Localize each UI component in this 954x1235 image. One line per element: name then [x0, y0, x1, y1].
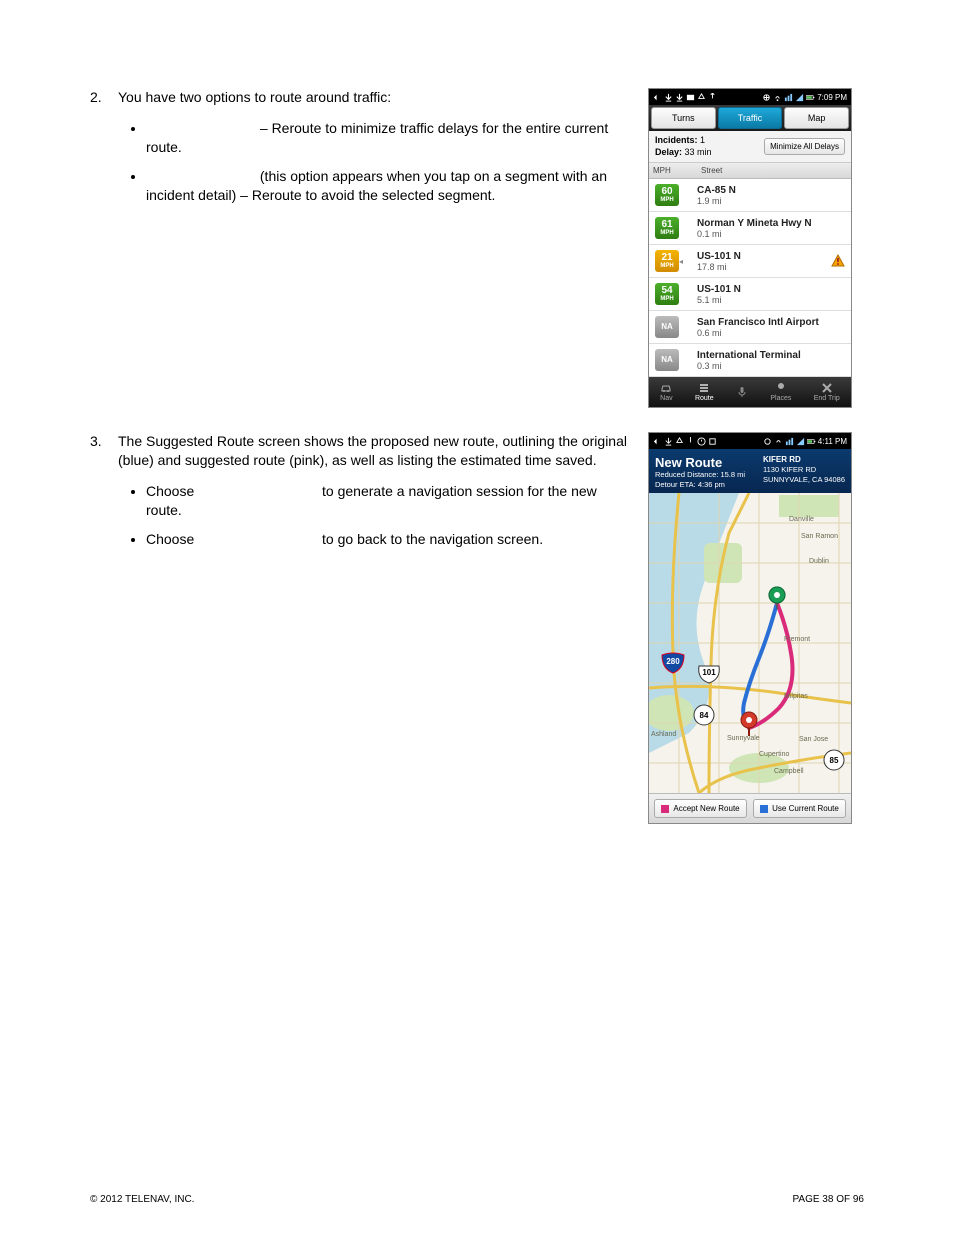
- minimize-all-delays-button[interactable]: Minimize All Delays: [764, 138, 845, 155]
- dest-name: KIFER RD: [763, 455, 845, 465]
- tab-traffic[interactable]: Traffic: [718, 107, 783, 129]
- segment-name: Norman Y Mineta Hwy N: [697, 218, 845, 229]
- step-2-number: 2.: [90, 88, 118, 107]
- traffic-tab-bar: Turns Traffic Map: [649, 105, 851, 131]
- svg-text:Ashland: Ashland: [651, 731, 676, 738]
- end-pin-icon: [741, 712, 757, 736]
- segment-distance: 17.8 mi: [697, 262, 831, 272]
- traffic-segment[interactable]: NA San Francisco Intl Airport0.6 mi: [649, 311, 851, 344]
- segment-distance: 1.9 mi: [697, 196, 845, 206]
- traffic-segment[interactable]: 21MPH◂US-101 N17.8 mi: [649, 245, 851, 278]
- speed-badge: 60MPH: [655, 184, 679, 206]
- step-3-number: 3.: [90, 432, 118, 451]
- svg-text:Dublin: Dublin: [809, 558, 829, 565]
- start-pin-icon: [769, 587, 785, 609]
- car-icon: [660, 382, 672, 394]
- svg-text:Campbell: Campbell: [774, 768, 804, 775]
- traffic-summary: Incidents: 1 Delay: 33 min Minimize All …: [649, 131, 851, 163]
- use-current-route-button[interactable]: Use Current Route: [753, 799, 846, 818]
- delay-value: 33 min: [685, 147, 712, 157]
- bottom-nav[interactable]: Nav: [660, 382, 672, 402]
- step-3-bullet-2: Choose to go back to the navigation scre…: [146, 530, 630, 549]
- list-icon: [698, 382, 710, 394]
- traffic-segment[interactable]: 61MPH Norman Y Mineta Hwy N0.1 mi: [649, 212, 851, 245]
- traffic-segment[interactable]: 60MPH CA-85 N1.9 mi: [649, 179, 851, 212]
- bottom-end-trip[interactable]: End Trip: [814, 382, 840, 402]
- svg-text:Fremont: Fremont: [784, 636, 810, 643]
- footer-copyright: © 2012 TELENAV, INC.: [90, 1194, 194, 1205]
- pin-icon: [775, 382, 787, 394]
- incidents-label: Incidents:: [655, 135, 698, 145]
- segment-distance: 0.1 mi: [697, 229, 845, 239]
- new-route-title: New Route: [655, 455, 745, 470]
- svg-text:Danville: Danville: [789, 516, 814, 523]
- bottom-route[interactable]: Route: [695, 382, 714, 402]
- mic-icon: [736, 386, 748, 398]
- dest-addr2: SUNNYVALE, CA 94086: [763, 475, 845, 484]
- segment-column-header: MPH Street: [649, 163, 851, 179]
- segment-name: CA-85 N: [697, 185, 845, 196]
- status-bar-2: 4:11 PM: [649, 433, 851, 449]
- segment-name: US-101 N: [697, 284, 845, 295]
- page-footer: © 2012 TELENAV, INC. PAGE 38 OF 96: [90, 1194, 864, 1205]
- bottom-nav-bar: Nav Route Places End Trip: [649, 377, 851, 407]
- step-3-section: 3. The Suggested Route screen shows the …: [90, 432, 864, 824]
- step-2-lead: You have two options to route around tra…: [118, 89, 391, 105]
- svg-text:85: 85: [830, 756, 839, 765]
- segment-name: International Terminal: [697, 350, 845, 361]
- route-choice-buttons: Accept New Route Use Current Route: [649, 793, 851, 823]
- new-route-header: New Route Reduced Distance: 15.8 mi Deto…: [649, 449, 851, 493]
- warning-icon: [831, 254, 845, 268]
- col-street: Street: [697, 163, 851, 178]
- delay-label: Delay:: [655, 147, 682, 157]
- status-time: 7:09 PM: [817, 93, 847, 102]
- svg-text:Cupertino: Cupertino: [759, 751, 789, 758]
- svg-text:101: 101: [702, 668, 716, 677]
- footer-page: PAGE 38 OF 96: [792, 1194, 864, 1205]
- incidents-value: 1: [700, 135, 705, 145]
- svg-text:280: 280: [666, 657, 680, 666]
- svg-text:San Ramon: San Ramon: [801, 533, 838, 540]
- step-2-section: 2. You have two options to route around …: [90, 88, 864, 408]
- segment-distance: 5.1 mi: [697, 295, 845, 305]
- dest-addr1: 1130 KIFER RD: [763, 465, 845, 474]
- svg-text:84: 84: [700, 711, 709, 720]
- svg-text:Sunnyvale: Sunnyvale: [727, 735, 760, 742]
- status-left-icons: [653, 93, 717, 102]
- svg-text:San Jose: San Jose: [799, 736, 828, 743]
- speed-badge: 54MPH: [655, 283, 679, 305]
- traffic-segment[interactable]: NA International Terminal0.3 mi: [649, 344, 851, 377]
- status-bar: 7:09 PM: [649, 89, 851, 105]
- blue-square-icon: [760, 805, 768, 813]
- status-right-icons: 7:09 PM: [762, 93, 847, 102]
- bottom-places[interactable]: Places: [770, 382, 791, 402]
- phone-screenshot-traffic: 7:09 PM Turns Traffic Map Incidents: 1 D…: [648, 88, 852, 408]
- traffic-segment[interactable]: 54MPH US-101 N5.1 mi: [649, 278, 851, 311]
- accept-new-route-button[interactable]: Accept New Route: [654, 799, 747, 818]
- bottom-mic[interactable]: [736, 386, 748, 398]
- speed-badge: NA: [655, 349, 679, 371]
- status-time-2: 4:11 PM: [818, 437, 847, 446]
- tab-turns[interactable]: Turns: [651, 107, 716, 129]
- close-icon: [821, 382, 833, 394]
- speed-badge: 21MPH: [655, 250, 679, 272]
- segment-distance: 0.6 mi: [697, 328, 845, 338]
- phone-screenshot-new-route: 4:11 PM New Route Reduced Distance: 15.8…: [648, 432, 852, 824]
- tab-map[interactable]: Map: [784, 107, 849, 129]
- map-svg: 280 101 84 85 San Ramon Dublin Danville …: [649, 493, 851, 793]
- step-3-bullet-1: Choose to generate a navigation session …: [146, 482, 630, 520]
- pink-square-icon: [661, 805, 669, 813]
- col-mph: MPH: [649, 163, 697, 178]
- segment-name: San Francisco Intl Airport: [697, 317, 845, 328]
- svg-text:Milpitas: Milpitas: [784, 693, 808, 700]
- speed-badge: 61MPH: [655, 217, 679, 239]
- step-2-bullet-1: – Reroute to minimize traffic delays for…: [146, 119, 630, 157]
- segment-distance: 0.3 mi: [697, 361, 845, 371]
- map-area[interactable]: 280 101 84 85 San Ramon Dublin Danville …: [649, 493, 851, 793]
- step-2-bullet-2: (this option appears when you tap on a s…: [146, 167, 630, 205]
- segment-name: US-101 N: [697, 251, 831, 262]
- speed-badge: NA: [655, 316, 679, 338]
- step-3-lead: The Suggested Route screen shows the pro…: [118, 433, 627, 468]
